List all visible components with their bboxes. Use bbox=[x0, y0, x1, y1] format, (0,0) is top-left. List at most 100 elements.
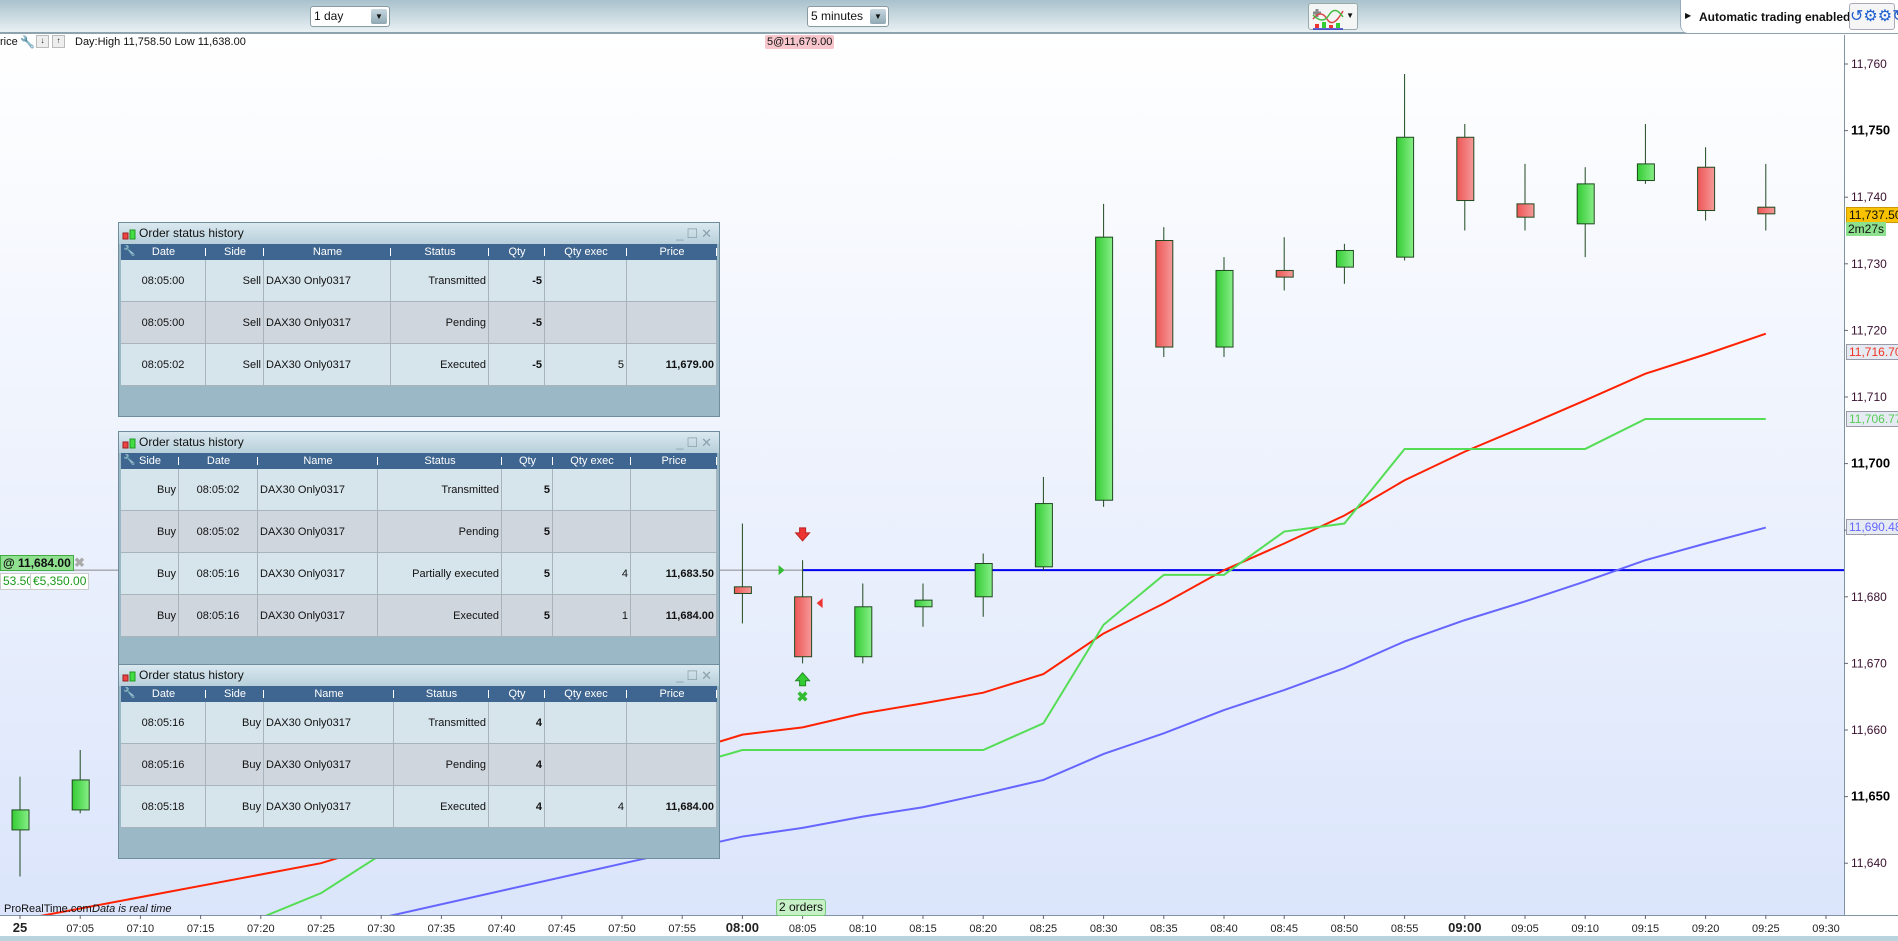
column-header-qty-exec[interactable]: Qty exec bbox=[545, 244, 627, 260]
cell-price bbox=[627, 744, 717, 786]
table-row[interactable]: Buy 08:05:02 DAX30 Only0317 Transmitted 5 bbox=[121, 469, 717, 511]
x-tick-label: 07:15 bbox=[187, 923, 215, 935]
column-header-qty-exec[interactable]: Qty exec bbox=[545, 686, 627, 702]
column-header-side[interactable]: Side bbox=[206, 686, 264, 702]
x-tick-label: 09:15 bbox=[1632, 923, 1660, 935]
cell-side: Buy bbox=[121, 469, 179, 511]
cell-side: Buy bbox=[121, 511, 179, 553]
period-dropdown[interactable]: 1 day ▼ bbox=[310, 6, 390, 27]
table-row[interactable]: 08:05:00 Sell DAX30 Only0317 Pending -5 bbox=[121, 302, 717, 344]
column-header-label: Status bbox=[424, 246, 456, 258]
cell-qty-exec bbox=[553, 511, 631, 553]
column-header-status[interactable]: Status bbox=[394, 686, 489, 702]
table-row[interactable]: 08:05:00 Sell DAX30 Only0317 Transmitted -5 bbox=[121, 260, 717, 302]
wrench-icon[interactable]: 🔧 bbox=[123, 686, 135, 702]
candle-bearish bbox=[733, 586, 752, 594]
auto-trading-button[interactable]: ↺⚙⚙↻ bbox=[1849, 3, 1898, 30]
cell-date: 08:05:02 bbox=[121, 344, 206, 386]
column-header-price[interactable]: Price bbox=[627, 244, 717, 260]
column-header-side[interactable]: 🔧 Side bbox=[121, 453, 179, 469]
x-tick-label: 08:35 bbox=[1150, 923, 1178, 935]
window-titlebar[interactable]: Order status history _☐✕ bbox=[119, 223, 719, 244]
minimize-icon[interactable]: _ bbox=[676, 226, 686, 241]
table-row[interactable]: 08:05:02 Sell DAX30 Only0317 Executed -5 5 11,… bbox=[121, 344, 717, 386]
minimize-icon[interactable]: _ bbox=[676, 668, 686, 683]
column-header-price[interactable]: Price bbox=[627, 686, 717, 702]
cell-price: 11,684.00 bbox=[631, 595, 717, 637]
cell-status: Transmitted bbox=[394, 702, 489, 744]
candle-bearish bbox=[1456, 136, 1475, 202]
cell-qty: 5 bbox=[502, 511, 553, 553]
column-header-price[interactable]: Price bbox=[631, 453, 717, 469]
x-tick-label: 07:50 bbox=[608, 923, 636, 935]
cell-qty-exec bbox=[545, 702, 627, 744]
window-titlebar[interactable]: Order status history _☐✕ bbox=[119, 432, 719, 453]
column-header-date[interactable]: Date bbox=[179, 453, 258, 469]
column-header-status[interactable]: Status bbox=[391, 244, 489, 260]
x-tick-label: 08:00 bbox=[726, 920, 759, 935]
maximize-icon[interactable]: ☐ bbox=[686, 226, 701, 241]
column-header-name[interactable]: Name bbox=[258, 453, 378, 469]
column-header-status[interactable]: Status bbox=[378, 453, 502, 469]
expand-arrow-icon[interactable]: ▶ bbox=[1685, 11, 1691, 20]
table-row[interactable]: Buy 08:05:16 DAX30 Only0317 Partially execu… bbox=[121, 553, 717, 595]
table-row[interactable]: Buy 08:05:02 DAX30 Only0317 Pending 5 bbox=[121, 511, 717, 553]
close-icon[interactable]: ✕ bbox=[701, 226, 715, 241]
cell-status: Transmitted bbox=[378, 469, 502, 511]
order-marker-label[interactable]: 5@11,679.00 bbox=[765, 35, 835, 49]
y-tick-label: 11,650 bbox=[1851, 789, 1890, 804]
cell-name: DAX30 Only0317 bbox=[264, 744, 394, 786]
candle-bullish bbox=[11, 809, 30, 831]
close-position-icon[interactable]: ✖ bbox=[72, 556, 87, 570]
close-icon[interactable]: ✕ bbox=[701, 668, 715, 683]
wrench-icon[interactable]: 🔧 bbox=[123, 453, 135, 469]
maximize-icon[interactable]: ☐ bbox=[686, 435, 701, 450]
chevron-down-icon[interactable]: ▼ bbox=[371, 9, 387, 24]
table-row[interactable]: 08:05:18 Buy DAX30 Only0317 Executed 4 4 11,68… bbox=[121, 786, 717, 828]
candle-bearish bbox=[1757, 206, 1776, 215]
close-icon[interactable]: ✕ bbox=[701, 435, 715, 450]
column-header-qty[interactable]: Qty bbox=[489, 686, 545, 702]
sell-arrow-icon bbox=[794, 527, 811, 542]
candle-bearish bbox=[1155, 239, 1174, 348]
x-tick-label: 07:45 bbox=[548, 923, 576, 935]
orders-badge[interactable]: 2 orders bbox=[776, 899, 827, 916]
cell-qty: 5 bbox=[502, 595, 553, 637]
indicators-button[interactable]: ▼ bbox=[1308, 3, 1358, 30]
column-header-date[interactable]: 🔧 Date bbox=[121, 686, 206, 702]
table-row[interactable]: 08:05:16 Buy DAX30 Only0317 Pending 4 bbox=[121, 744, 717, 786]
instrument-label[interactable]: rice bbox=[0, 36, 18, 48]
column-header-qty-exec[interactable]: Qty exec bbox=[553, 453, 631, 469]
cell-qty-exec: 4 bbox=[553, 553, 631, 595]
cell-name: DAX30 Only0317 bbox=[258, 595, 378, 637]
auto-trading-label: Automatic trading enabled bbox=[1699, 10, 1851, 24]
minimize-icon[interactable]: _ bbox=[676, 435, 686, 450]
move-down-icon[interactable]: ↓ bbox=[36, 35, 49, 48]
column-header-label: Side bbox=[138, 455, 162, 467]
maximize-icon[interactable]: ☐ bbox=[686, 668, 701, 683]
chevron-down-icon[interactable]: ▼ bbox=[870, 9, 886, 24]
interval-dropdown[interactable]: 5 minutes ▼ bbox=[807, 6, 889, 27]
wrench-icon[interactable]: 🔧 bbox=[123, 244, 135, 260]
move-up-icon[interactable]: ↑ bbox=[52, 35, 65, 48]
column-header-qty[interactable]: Qty bbox=[489, 244, 545, 260]
column-header-date[interactable]: 🔧 Date bbox=[121, 244, 206, 260]
column-header-qty[interactable]: Qty bbox=[502, 453, 553, 469]
column-header-label: Qty bbox=[508, 688, 526, 700]
column-header-name[interactable]: Name bbox=[264, 244, 391, 260]
auto-trading-panel: ▶ Automatic trading enabled ↺⚙⚙↻ bbox=[1680, 0, 1898, 33]
wrench-icon[interactable]: 🔧 bbox=[20, 35, 35, 49]
cell-qty-exec bbox=[545, 744, 627, 786]
table-row[interactable]: Buy 08:05:16 DAX30 Only0317 Executed 5 1 11,68… bbox=[121, 595, 717, 637]
red-indicator-value: 11,716.70 bbox=[1846, 344, 1898, 360]
window-titlebar[interactable]: Order status history _☐✕ bbox=[119, 665, 719, 686]
cell-side: Sell bbox=[206, 302, 264, 344]
window-title: Order status history bbox=[139, 226, 244, 240]
column-header-name[interactable]: Name bbox=[264, 686, 394, 702]
position-label[interactable]: @ 11,684.00 bbox=[0, 555, 74, 571]
table-row[interactable]: 08:05:16 Buy DAX30 Only0317 Transmitted 4 bbox=[121, 702, 717, 744]
chevron-down-icon[interactable]: ▼ bbox=[1346, 11, 1354, 20]
cell-side: Buy bbox=[206, 786, 264, 828]
cell-status: Pending bbox=[378, 511, 502, 553]
column-header-side[interactable]: Side bbox=[206, 244, 264, 260]
